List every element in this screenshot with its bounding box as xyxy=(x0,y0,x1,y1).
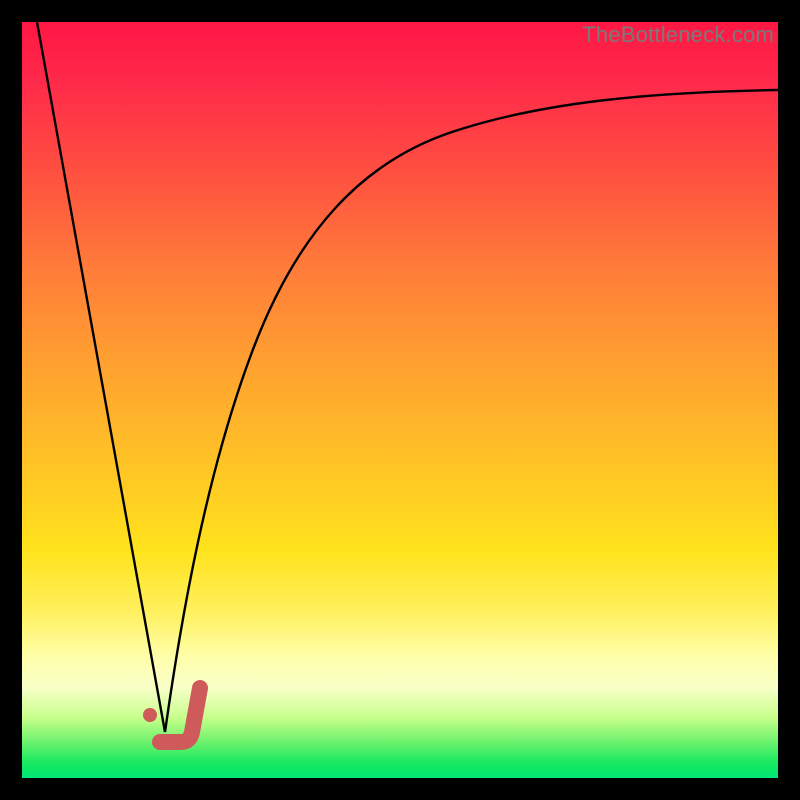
marker-dot xyxy=(143,708,157,722)
checkmark-icon xyxy=(160,688,200,742)
chart-frame: TheBottleneck.com xyxy=(0,0,800,800)
plot-area: TheBottleneck.com xyxy=(22,22,778,778)
curves-layer xyxy=(22,22,778,778)
rising-curve xyxy=(165,90,778,732)
left-falling-line xyxy=(37,22,165,732)
